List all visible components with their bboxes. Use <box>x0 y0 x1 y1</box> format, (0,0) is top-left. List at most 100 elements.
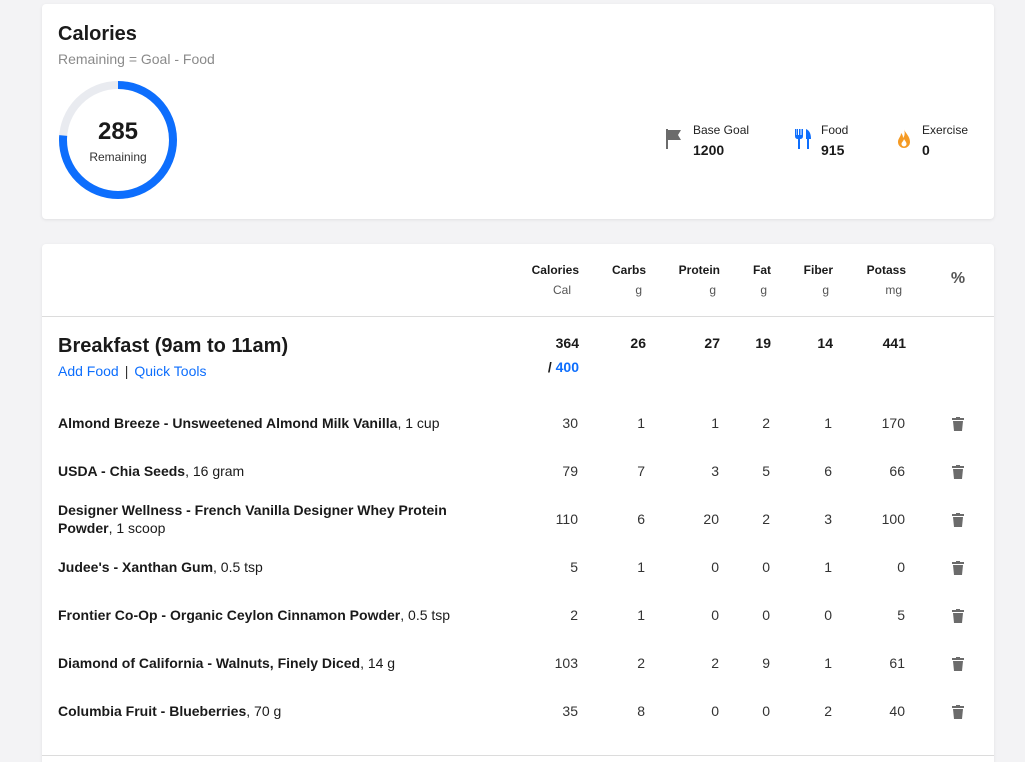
food-row[interactable]: Judee's - Xanthan Gum, 0.5 tsp 5 1 0 0 1 0 <box>42 543 994 591</box>
food-entry[interactable]: Diamond of California - Walnuts, Finely … <box>58 639 478 687</box>
food-row[interactable]: Almond Breeze - Unsweetened Almond Milk … <box>42 399 994 447</box>
stat-label: Exercise <box>922 123 969 137</box>
column-header-name: Calories <box>531 263 579 277</box>
food-entry-text: Judee's - Xanthan Gum, 0.5 tsp <box>58 558 263 576</box>
food-cell-calories: 35 <box>562 703 578 719</box>
stat-value: 1200 <box>693 142 725 158</box>
column-header-name: Carbs <box>611 263 646 277</box>
trash-icon[interactable] <box>952 609 964 623</box>
flame-icon <box>898 129 910 148</box>
food-cell-calories: 103 <box>554 655 578 671</box>
food-row[interactable]: Designer Wellness - French Vanilla Desig… <box>42 495 994 543</box>
food-serving: , 0.5 tsp <box>213 559 263 575</box>
column-header-unit: g <box>709 283 716 297</box>
food-entry[interactable]: Judee's - Xanthan Gum, 0.5 tsp <box>58 543 478 591</box>
column-header-name: Protein <box>678 263 720 277</box>
food-row[interactable]: Frontier Co-Op - Organic Ceylon Cinnamon… <box>42 591 994 639</box>
food-cell-calories: 30 <box>562 415 578 431</box>
meal-bottom-divider <box>42 755 994 756</box>
trash-icon[interactable] <box>952 705 964 719</box>
stat-value: 0 <box>922 142 930 158</box>
food-cell-carbs: 1 <box>637 415 645 431</box>
food-cell-carbs: 7 <box>637 463 645 479</box>
meal-total-value: 14 <box>817 335 833 351</box>
food-cell-carbs: 6 <box>637 511 645 527</box>
header-divider <box>42 316 994 317</box>
food-name: USDA - Chia Seeds <box>58 463 186 479</box>
food-cell-calories: 5 <box>570 559 578 575</box>
meal-title: Breakfast (9am to 11am) <box>58 335 289 357</box>
food-entry[interactable]: USDA - Chia Seeds, 16 gram <box>58 447 478 495</box>
remaining-value: 285 <box>97 118 139 145</box>
meal-total-value: 26 <box>630 335 646 351</box>
food-serving: , 70 g <box>246 703 282 719</box>
food-cell-fat: 0 <box>762 607 770 623</box>
food-entry-text: Columbia Fruit - Blueberries, 70 g <box>58 702 281 720</box>
food-cell-potass: 0 <box>897 559 905 575</box>
trash-icon[interactable] <box>952 657 964 671</box>
food-entry-text: Diamond of California - Walnuts, Finely … <box>58 654 395 672</box>
column-header-unit: Cal <box>552 283 571 297</box>
food-entry[interactable]: Columbia Fruit - Blueberries, 70 g <box>58 687 478 735</box>
calories-title: Calories <box>58 23 137 45</box>
column-header-name: Fiber <box>803 263 833 277</box>
food-row[interactable]: Diamond of California - Walnuts, Finely … <box>42 639 994 687</box>
food-cell-calories: 2 <box>570 607 578 623</box>
stat-label: Food <box>821 123 849 137</box>
food-cell-calories: 110 <box>555 511 578 527</box>
column-header-unit: g <box>635 283 642 297</box>
food-entry[interactable]: Designer Wellness - French Vanilla Desig… <box>58 495 478 543</box>
food-serving: , 14 g <box>360 655 396 671</box>
food-cell-carbs: 1 <box>637 607 645 623</box>
meal-total-value: 364 <box>555 335 579 351</box>
food-cell-fiber: 2 <box>824 703 832 719</box>
trash-icon[interactable] <box>952 465 964 479</box>
food-row[interactable]: USDA - Chia Seeds, 16 gram 79 7 3 5 6 66 <box>42 447 994 495</box>
food-cell-fiber: 0 <box>824 607 832 623</box>
link-separator: | <box>124 363 129 379</box>
food-entry-text: USDA - Chia Seeds, 16 gram <box>58 462 244 480</box>
column-header-unit: mg <box>885 283 902 297</box>
goal-prefix: / <box>547 359 556 375</box>
stat-exercise: Exercise 0 <box>893 122 993 162</box>
calorie-goal: / 400 <box>522 359 579 375</box>
food-entry[interactable]: Almond Breeze - Unsweetened Almond Milk … <box>58 399 478 447</box>
food-cell-fat: 0 <box>762 703 770 719</box>
food-row[interactable]: Columbia Fruit - Blueberries, 70 g 35 8 0 0 2… <box>42 687 994 735</box>
food-cell-potass: 66 <box>889 463 905 479</box>
food-entry-text: Almond Breeze - Unsweetened Almond Milk … <box>58 414 439 432</box>
food-name: Almond Breeze - Unsweetened Almond Milk … <box>58 415 398 431</box>
calories-card: Calories Remaining = Goal - Food 285 Rem… <box>42 4 994 219</box>
food-cell-fiber: 1 <box>824 655 832 671</box>
food-cell-fiber: 1 <box>824 415 832 431</box>
food-serving: , 1 cup <box>397 415 440 431</box>
flag-icon <box>666 129 681 149</box>
fork-knife-icon <box>795 129 811 149</box>
add-food-link[interactable]: Add Food <box>58 363 119 379</box>
food-cell-calories: 79 <box>562 463 578 479</box>
food-cell-potass: 61 <box>889 655 905 671</box>
meal-card: Calories Cal Carbs g Protein g Fat g Fiber g Potas… <box>42 244 994 762</box>
trash-icon[interactable] <box>952 561 964 575</box>
food-cell-carbs: 1 <box>637 559 645 575</box>
food-cell-fat: 9 <box>762 655 770 671</box>
food-entry[interactable]: Frontier Co-Op - Organic Ceylon Cinnamon… <box>58 591 478 639</box>
stat-value: 915 <box>821 142 845 158</box>
meal-links: Add Food | Quick Tools <box>58 363 206 379</box>
quick-tools-link[interactable]: Quick Tools <box>134 363 206 379</box>
trash-icon[interactable] <box>952 513 964 527</box>
calories-formula: Remaining = Goal - Food <box>58 51 215 67</box>
stat-base-goal: Base Goal 1200 <box>664 122 774 162</box>
trash-icon[interactable] <box>952 417 964 431</box>
food-serving: , 0.5 tsp <box>400 607 451 623</box>
food-cell-fat: 2 <box>762 511 770 527</box>
food-cell-fiber: 6 <box>824 463 832 479</box>
column-header-unit: g <box>760 283 767 297</box>
food-cell-potass: 100 <box>881 511 905 527</box>
column-header-unit: g <box>822 283 829 297</box>
food-serving: , 16 gram <box>185 463 245 479</box>
food-name: Frontier Co-Op - Organic Ceylon Cinnamon… <box>58 607 401 623</box>
goal-value: 400 <box>555 359 579 375</box>
food-cell-carbs: 8 <box>637 703 645 719</box>
food-serving: , 1 scoop <box>108 520 166 536</box>
